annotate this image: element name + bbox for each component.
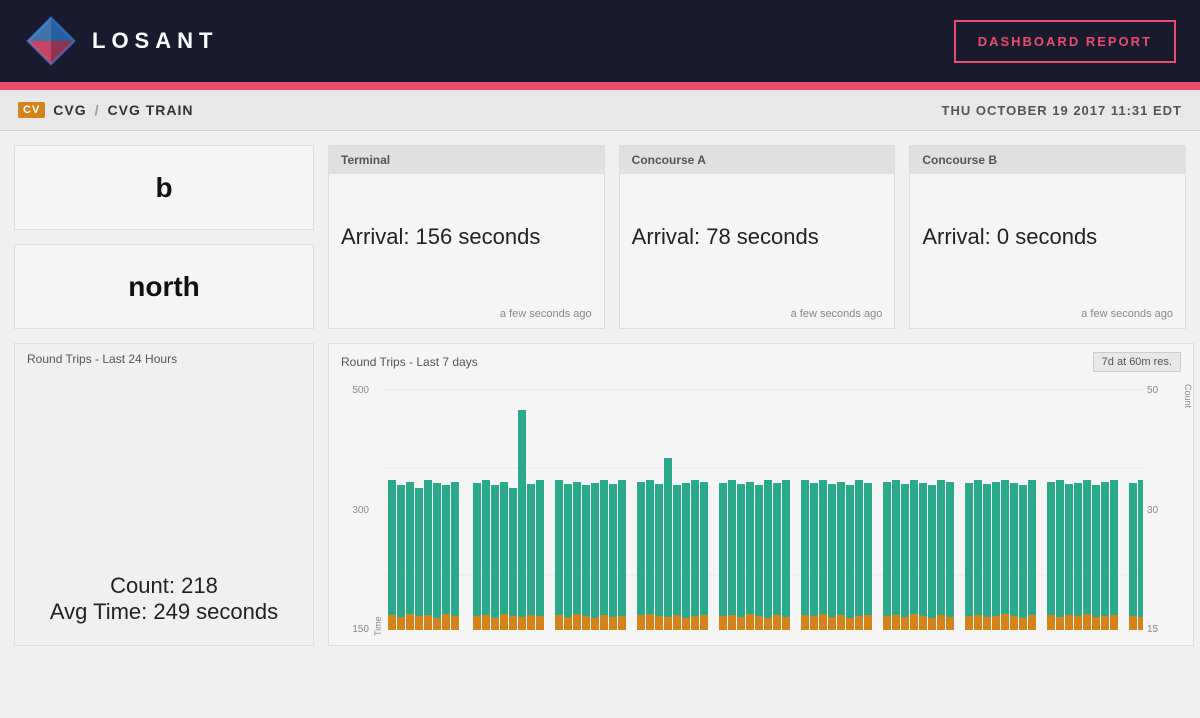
concourse-b-timestamp: a few seconds ago: [910, 300, 1185, 328]
concourse-a-panel: Concourse A Arrival: 78 seconds a few se…: [619, 145, 896, 329]
header: LOSANT DASHBOARD REPORT: [0, 0, 1200, 82]
y-left-bot: 150: [352, 624, 369, 635]
terminal-timestamp: a few seconds ago: [329, 300, 604, 328]
bottom-row: Round Trips - Last 24 Hours Count: 218 A…: [14, 343, 1186, 646]
breadcrumb-parent: CVG: [53, 102, 86, 118]
dashboard-report-button[interactable]: DASHBOARD REPORT: [954, 20, 1176, 63]
y-left-mid: 300: [352, 505, 369, 516]
y-left-top: 500: [352, 385, 369, 396]
concourse-a-header: Concourse A: [620, 146, 895, 174]
losant-logo: [24, 14, 78, 68]
top-row: b north Terminal Arrival: 156 seconds a …: [14, 145, 1186, 329]
direction-north-value: north: [128, 271, 200, 303]
round-trips-7d-badge: 7d at 60m res.: [1093, 352, 1181, 372]
breadcrumb: CV CVG / CVG TRAIN: [18, 102, 194, 118]
round-trips-24h-title: Round Trips - Last 24 Hours: [15, 344, 313, 374]
main-content: b north Terminal Arrival: 156 seconds a …: [0, 131, 1200, 660]
direction-panel-north: north: [14, 244, 314, 329]
y-right-mid: 30: [1147, 505, 1158, 516]
y-right-bot: 15: [1147, 624, 1158, 635]
y-axis-right: 50 30 15: [1143, 380, 1183, 640]
breadcrumb-timestamp: THU OCTOBER 19 2017 11:31 EDT: [942, 103, 1182, 118]
y-left-label: Time: [373, 380, 383, 640]
direction-panel-b: b: [14, 145, 314, 230]
breadcrumb-bar: CV CVG / CVG TRAIN THU OCTOBER 19 2017 1…: [0, 90, 1200, 131]
round-trips-24h-panel: Round Trips - Last 24 Hours Count: 218 A…: [14, 343, 314, 646]
logo-text: LOSANT: [92, 28, 218, 54]
round-trips-count: Count: 218: [110, 573, 218, 599]
concourse-a-arrival: Arrival: 78 seconds: [620, 174, 895, 300]
left-stack: b north: [14, 145, 314, 329]
concourse-b-arrival: Arrival: 0 seconds: [910, 174, 1185, 300]
concourse-b-header: Concourse B: [910, 146, 1185, 174]
round-trips-7d-panel: Round Trips - Last 7 days 7d at 60m res.…: [328, 343, 1194, 646]
breadcrumb-current: CVG TRAIN: [108, 102, 194, 118]
round-trips-7d-title: Round Trips - Last 7 days: [341, 355, 478, 369]
y-axis-left: 500 300 150: [329, 380, 373, 640]
round-trips-avg: Avg Time: 249 seconds: [50, 599, 278, 625]
terminal-panel: Terminal Arrival: 156 seconds a few seco…: [328, 145, 605, 329]
concourse-a-timestamp: a few seconds ago: [620, 300, 895, 328]
chart-wrapper: 500 300 150 Time: [329, 380, 1193, 645]
direction-b-value: b: [155, 172, 172, 204]
terminal-header: Terminal: [329, 146, 604, 174]
breadcrumb-separator: /: [95, 102, 100, 118]
y-right-label: Count: [1183, 380, 1193, 640]
concourse-b-panel: Concourse B Arrival: 0 seconds a few sec…: [909, 145, 1186, 329]
round-trips-7d-header: Round Trips - Last 7 days 7d at 60m res.: [329, 344, 1193, 380]
cv-badge: CV: [18, 102, 45, 118]
logo-area: LOSANT: [24, 14, 218, 68]
round-trips-24h-body: Count: 218 Avg Time: 249 seconds: [15, 374, 313, 645]
bar-chart-svg: [383, 380, 1143, 640]
y-right-top: 50: [1147, 385, 1158, 396]
terminal-arrival: Arrival: 156 seconds: [329, 174, 604, 300]
red-bar: [0, 82, 1200, 90]
